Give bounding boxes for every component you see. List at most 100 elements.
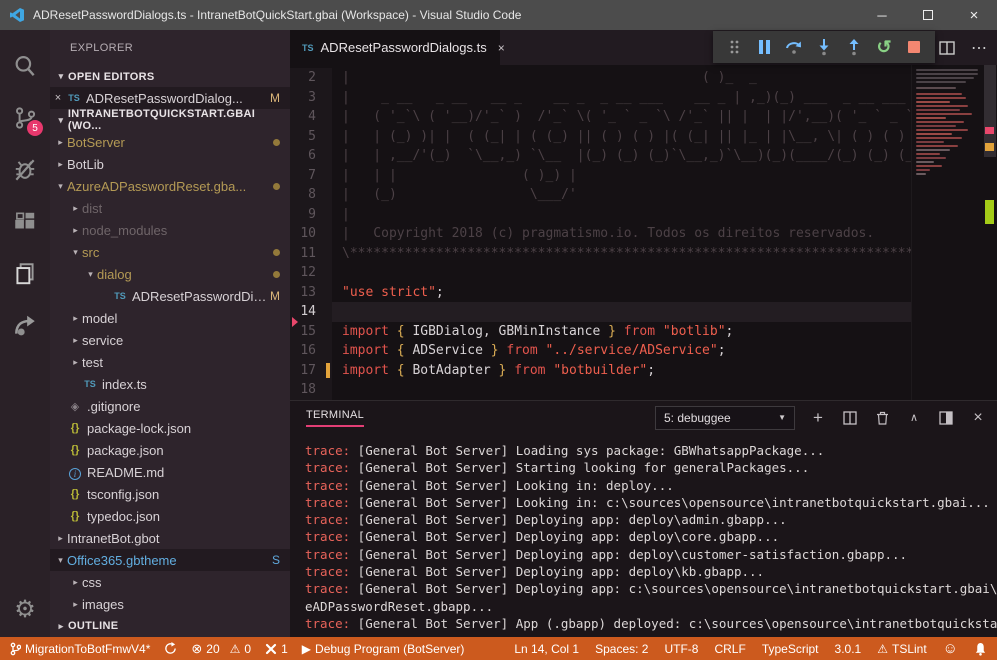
tree-item-dialog[interactable]: ▾dialog (50, 263, 290, 285)
minimap[interactable] (911, 65, 983, 400)
code-line-14[interactable]: 14 (290, 302, 997, 322)
chevron-down-icon[interactable]: ▾ (54, 555, 67, 566)
code-editor[interactable]: 2| ( )_ _3| _ __ _ __ __ _ __ _ _ __ ___… (290, 65, 997, 400)
new-terminal-icon[interactable]: + (809, 409, 827, 427)
step-over-icon[interactable] (781, 34, 807, 60)
tab-close-icon[interactable]: × (498, 41, 505, 55)
open-editor-item[interactable]: × TS ADResetPasswordDialog... M (50, 87, 290, 109)
gutter[interactable] (326, 88, 332, 108)
more-actions-icon[interactable]: ⋯ (971, 38, 987, 58)
minimize-button[interactable]: ─ (859, 0, 905, 30)
split-terminal-icon[interactable] (841, 409, 859, 427)
ts-version[interactable]: 3.0.1 (835, 642, 862, 656)
gutter[interactable] (326, 224, 332, 244)
gutter[interactable] (326, 127, 332, 147)
eol-sequence[interactable]: CRLF (714, 642, 745, 656)
restart-icon[interactable]: ↺ (871, 34, 897, 60)
export-icon[interactable] (0, 300, 50, 352)
tree-item-src[interactable]: ▾src (50, 241, 290, 263)
chevron-right-icon[interactable]: ▸ (69, 357, 82, 368)
chevron-right-icon[interactable]: ▸ (69, 577, 82, 588)
debug-icon[interactable] (0, 144, 50, 196)
step-out-icon[interactable] (841, 34, 867, 60)
chevron-right-icon[interactable]: ▸ (69, 225, 82, 236)
code-line-18[interactable]: 18 (290, 380, 997, 400)
source-control-icon[interactable]: 5 (0, 92, 50, 144)
gutter[interactable] (326, 166, 332, 186)
gutter[interactable] (326, 146, 332, 166)
maximize-button[interactable] (905, 0, 951, 30)
outline-header[interactable]: ▸ OUTLINE (50, 615, 290, 637)
tree-item-index-ts[interactable]: TSindex.ts (50, 373, 290, 395)
settings-gear-icon[interactable]: ⚙ (14, 589, 36, 629)
tree-item-test[interactable]: ▸test (50, 351, 290, 373)
documents-icon[interactable] (0, 248, 50, 300)
search-icon[interactable] (0, 40, 50, 92)
chevron-right-icon[interactable]: ▸ (69, 599, 82, 610)
close-button[interactable]: × (951, 0, 997, 30)
tab-adresetpassworddialogs[interactable]: TS ADResetPasswordDialogs.ts × (290, 30, 500, 65)
chevron-right-icon[interactable]: ▸ (69, 203, 82, 214)
stop-icon[interactable] (901, 34, 927, 60)
step-into-icon[interactable] (811, 34, 837, 60)
editor-scrollbar[interactable] (983, 65, 997, 400)
tree-item-images[interactable]: ▸images (50, 593, 290, 615)
indentation[interactable]: Spaces: 2 (595, 642, 648, 656)
code-line-17[interactable]: 17import { BotAdapter } from "botbuilder… (290, 361, 997, 381)
split-editor-icon[interactable] (939, 40, 955, 56)
line-number[interactable]: 18 (290, 380, 326, 400)
code-line-12[interactable]: 12 (290, 263, 997, 283)
language-mode[interactable]: TypeScript (762, 642, 819, 656)
tree-item-botlib[interactable]: ▸BotLib (50, 153, 290, 175)
line-number[interactable]: 2 (290, 68, 326, 88)
code-line-9[interactable]: 9| (290, 205, 997, 225)
chevron-right-icon[interactable]: ▸ (69, 313, 82, 324)
pause-icon[interactable] (751, 34, 777, 60)
chevron-right-icon[interactable]: ▸ (54, 159, 67, 170)
notifications-bell[interactable] (974, 642, 987, 656)
chevron-down-icon[interactable]: ▾ (54, 181, 67, 192)
chevron-right-icon[interactable]: ▸ (54, 137, 67, 148)
debug-launch-status[interactable]: ▶ Debug Program (BotServer) (302, 642, 465, 656)
code-line-11[interactable]: 11\*************************************… (290, 244, 997, 264)
workspace-header[interactable]: ▾ INTRANETBOTQUICKSTART.GBAI (WO... (50, 109, 290, 131)
line-number[interactable]: 17 (290, 361, 326, 381)
maximize-panel-icon[interactable]: ∧ (905, 409, 923, 427)
cursor-position[interactable]: Ln 14, Col 1 (514, 642, 579, 656)
move-panel-icon[interactable] (937, 409, 955, 427)
tree-item-node-modules[interactable]: ▸node_modules (50, 219, 290, 241)
gutter[interactable] (326, 341, 332, 361)
tree-item-typedoc-json[interactable]: {}typedoc.json (50, 505, 290, 527)
gutter[interactable] (326, 205, 332, 225)
tree-item-adresetpassworddial[interactable]: TSADResetPasswordDial...M (50, 285, 290, 307)
tree-item-intranetbot-gbot[interactable]: ▸IntranetBot.gbot (50, 527, 290, 549)
gutter[interactable] (326, 185, 332, 205)
chevron-down-icon[interactable]: ▾ (69, 247, 82, 258)
code-line-16[interactable]: 16import { ADService } from "../service/… (290, 341, 997, 361)
gutter[interactable] (326, 68, 332, 88)
code-line-7[interactable]: 7| | | ( )_) | (290, 166, 997, 186)
chevron-right-icon[interactable]: ▸ (54, 533, 67, 544)
gutter[interactable] (326, 244, 332, 264)
code-line-3[interactable]: 3| _ __ _ __ __ _ __ _ _ __ ___ __ _ | ,… (290, 88, 997, 108)
line-number[interactable]: 3 (290, 88, 326, 108)
feedback-smiley[interactable]: ☺ (943, 640, 958, 657)
code-line-2[interactable]: 2| ( )_ _ (290, 68, 997, 88)
code-line-10[interactable]: 10| Copyright 2018 (c) pragmatismo.io. T… (290, 224, 997, 244)
tree-item-package-json[interactable]: {}package.json (50, 439, 290, 461)
tab-terminal[interactable]: TERMINAL (306, 409, 364, 427)
sync-status[interactable] (164, 642, 177, 655)
code-line-5[interactable]: 5| | (_) )| | ( (_| | ( (_) || ( ) ( ) |… (290, 127, 997, 147)
line-number[interactable]: 12 (290, 263, 326, 283)
line-number[interactable]: 8 (290, 185, 326, 205)
kill-terminal-icon[interactable] (873, 409, 891, 427)
extensions-icon[interactable] (0, 196, 50, 248)
gutter[interactable] (326, 283, 332, 303)
line-number[interactable]: 4 (290, 107, 326, 127)
close-icon[interactable]: × (50, 92, 66, 104)
gutter[interactable] (326, 361, 332, 381)
open-editors-header[interactable]: ▾ OPEN EDITORS (50, 66, 290, 88)
code-line-6[interactable]: 6| | ,__/'(_) `\__,_) `\__ |(_) (_) (_)`… (290, 146, 997, 166)
close-panel-icon[interactable]: × (969, 409, 987, 427)
chevron-down-icon[interactable]: ▾ (84, 269, 97, 280)
